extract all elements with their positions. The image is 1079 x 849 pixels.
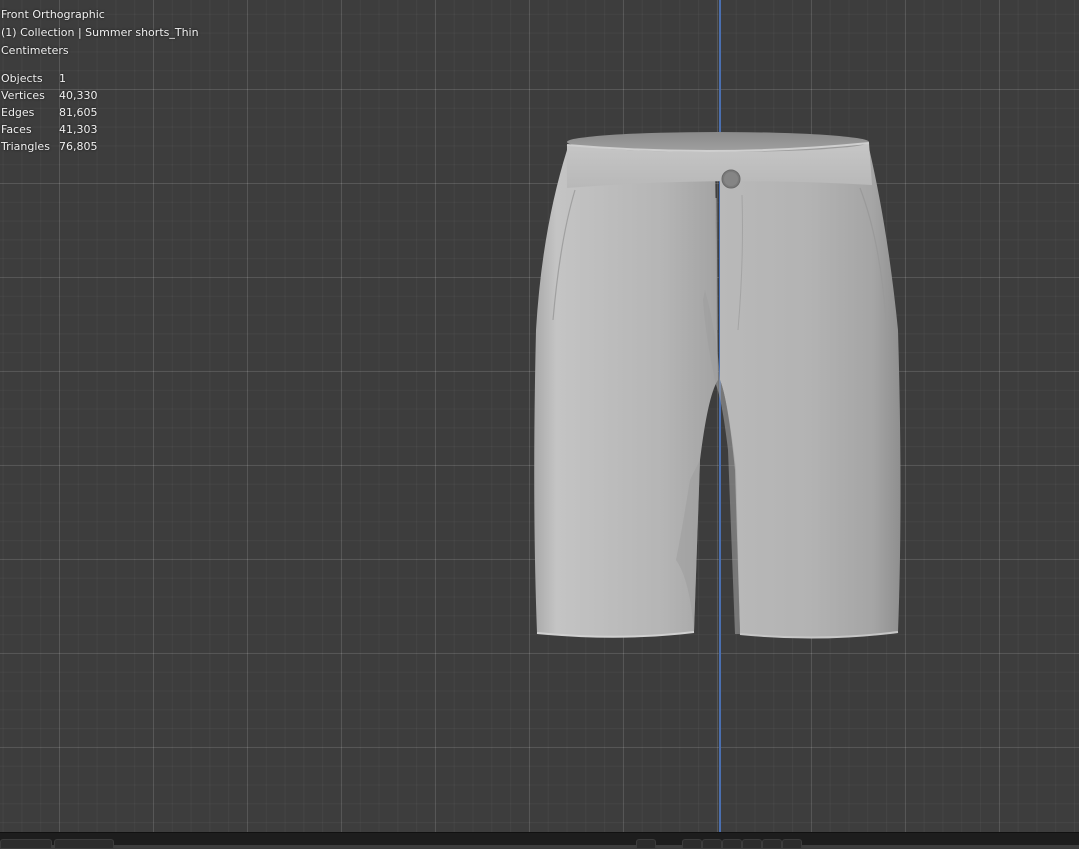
jump-start-button[interactable]	[682, 839, 702, 849]
collection-label: (1) Collection | Summer shorts_Thin	[1, 26, 199, 39]
play-reverse-button[interactable]	[722, 839, 742, 849]
3d-viewport[interactable]: Front Orthographic (1) Collection | Summ…	[0, 0, 1079, 832]
stat-row-faces: Faces 41,303	[1, 121, 199, 138]
stat-row-vertices: Vertices 40,330	[1, 87, 199, 104]
stat-row-objects: Objects 1	[1, 70, 199, 87]
stat-value: 40,330	[59, 89, 98, 102]
viewport-info-overlay: Front Orthographic (1) Collection | Summ…	[1, 6, 199, 155]
right-leg	[720, 148, 901, 638]
editor-tab[interactable]	[54, 839, 114, 849]
editor-tab[interactable]	[0, 839, 52, 849]
timeline-header-bar[interactable]	[0, 832, 1079, 849]
play-button[interactable]	[742, 839, 762, 849]
stat-label: Triangles	[1, 140, 50, 153]
jump-end-button[interactable]	[782, 839, 802, 849]
stat-label: Vertices	[1, 89, 45, 102]
units-label: Centimeters	[1, 44, 69, 57]
stat-label: Faces	[1, 123, 32, 136]
step-forward-button[interactable]	[762, 839, 782, 849]
stat-value: 41,303	[59, 123, 98, 136]
playback-control[interactable]	[636, 839, 656, 849]
stat-label: Edges	[1, 106, 35, 119]
stat-value: 1	[59, 72, 66, 85]
stat-label: Objects	[1, 72, 43, 85]
stat-row-triangles: Triangles 76,805	[1, 138, 199, 155]
scene-statistics: Objects 1 Vertices 40,330 Edges 81,605 F…	[1, 70, 199, 155]
view-name: Front Orthographic	[1, 8, 105, 21]
stat-row-edges: Edges 81,605	[1, 104, 199, 121]
stat-value: 81,605	[59, 106, 98, 119]
stat-value: 76,805	[59, 140, 98, 153]
step-back-button[interactable]	[702, 839, 722, 849]
